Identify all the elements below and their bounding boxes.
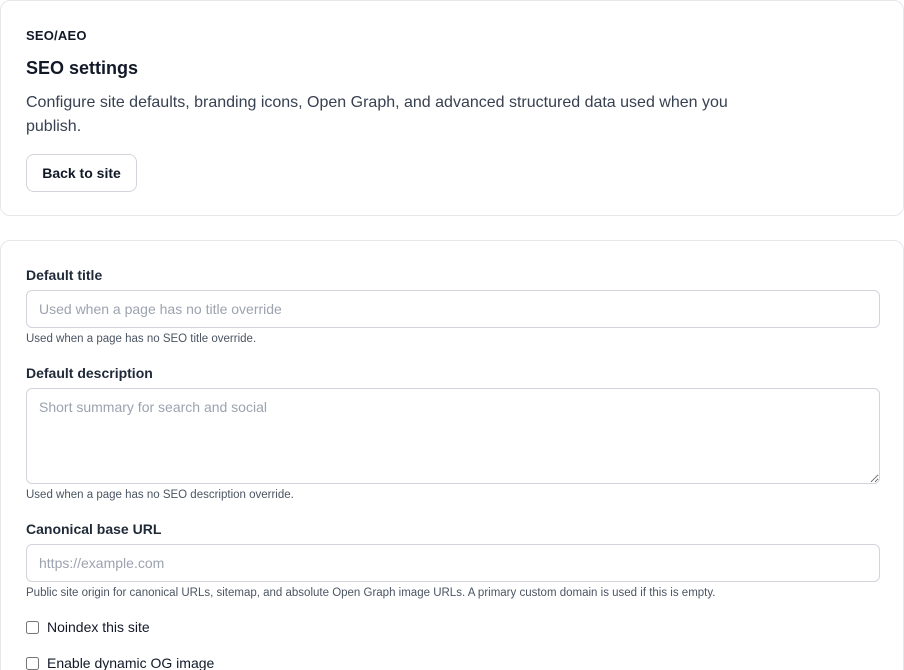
header-card: SEO/AEO SEO settings Configure site defa… (0, 0, 904, 216)
back-to-site-button[interactable]: Back to site (26, 154, 137, 192)
section-eyebrow: SEO/AEO (26, 28, 87, 43)
dynamic-og-image-row[interactable]: Enable dynamic OG image (26, 655, 214, 670)
page-description: Configure site defaults, branding icons,… (26, 94, 728, 135)
canonical-base-url-help: Public site origin for canonical URLs, s… (26, 587, 716, 599)
noindex-label: Noindex this site (47, 619, 150, 635)
noindex-checkbox[interactable] (26, 620, 39, 634)
default-description-label: Default description (26, 365, 153, 381)
canonical-base-url-input[interactable] (26, 544, 880, 582)
default-description-help: Used when a page has no SEO description … (26, 489, 294, 501)
page-title: SEO settings (26, 58, 139, 78)
default-title-input[interactable] (26, 290, 880, 328)
canonical-base-url-label: Canonical base URL (26, 521, 162, 537)
dynamic-og-image-checkbox[interactable] (26, 656, 39, 670)
default-title-label: Default title (26, 267, 103, 283)
dynamic-og-image-label: Enable dynamic OG image (47, 655, 215, 670)
default-title-help: Used when a page has no SEO title overri… (26, 333, 257, 345)
default-description-textarea[interactable] (26, 388, 880, 484)
noindex-row[interactable]: Noindex this site (26, 619, 150, 635)
seo-form-card: Default title Used when a page has no SE… (0, 240, 904, 670)
